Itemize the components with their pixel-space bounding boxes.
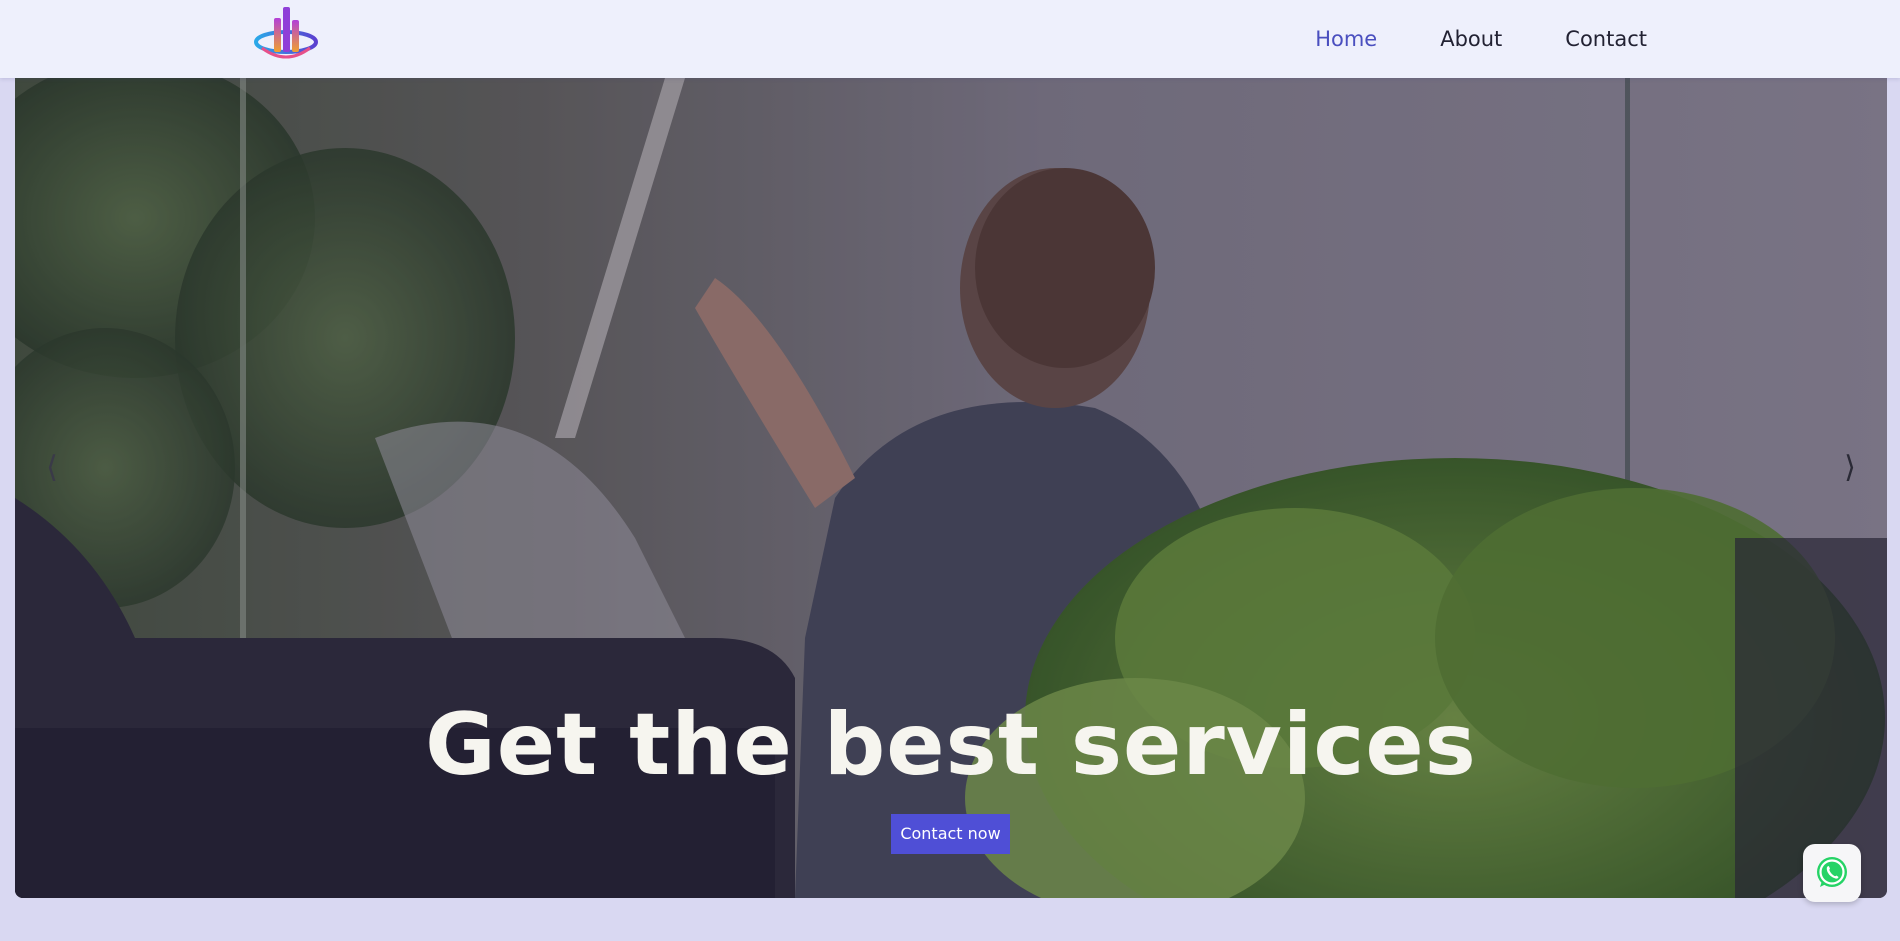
nav-contact-link[interactable]: Contact bbox=[1565, 27, 1647, 51]
hero-title: Get the best services bbox=[425, 695, 1477, 795]
main-nav: Home About Contact bbox=[1315, 0, 1647, 78]
logo-icon[interactable] bbox=[252, 4, 320, 70]
contact-now-button[interactable]: Contact now bbox=[891, 814, 1010, 854]
whatsapp-icon bbox=[1817, 857, 1847, 887]
slider-prev-arrow-icon[interactable]: ⟨ bbox=[37, 448, 67, 488]
nav-home-link[interactable]: Home bbox=[1315, 27, 1377, 51]
slider-next-arrow-icon[interactable]: ⟩ bbox=[1835, 448, 1865, 488]
hero-slider: ⟨ ⟩ Get the best services Contact now bbox=[15, 78, 1887, 898]
whatsapp-button[interactable] bbox=[1803, 844, 1861, 902]
nav-about-link[interactable]: About bbox=[1440, 27, 1502, 51]
navbar: Home About Contact bbox=[0, 0, 1900, 78]
